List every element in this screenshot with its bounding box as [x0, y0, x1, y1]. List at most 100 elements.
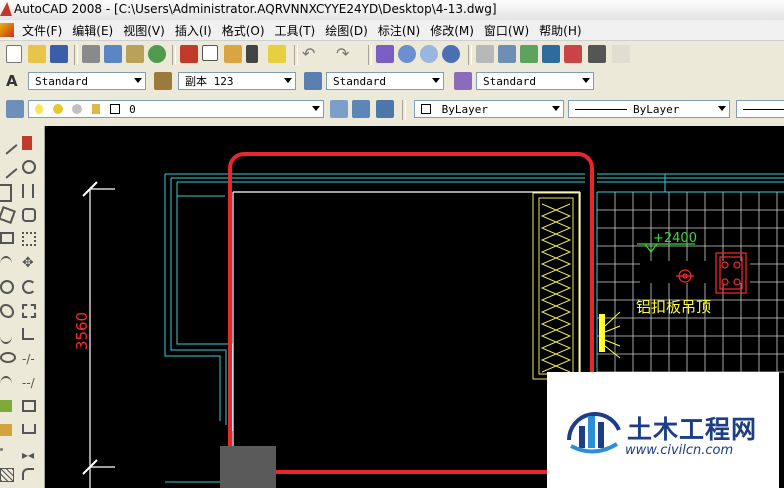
revision-cloud-icon[interactable] — [0, 304, 14, 318]
chevron-down-icon[interactable] — [432, 78, 440, 83]
move-icon[interactable]: ✥ — [22, 256, 36, 270]
menu-dimension[interactable]: 标注(N) — [378, 22, 420, 39]
plot-icon[interactable] — [82, 45, 100, 63]
insert-block-icon[interactable] — [0, 400, 12, 412]
chevron-down-icon[interactable] — [312, 106, 320, 111]
layer-previous-icon[interactable] — [352, 100, 370, 118]
fillet-icon[interactable] — [22, 468, 34, 480]
multileader-style-icon[interactable] — [454, 72, 472, 90]
paste-icon[interactable] — [224, 45, 242, 63]
tool-palettes-icon[interactable] — [520, 45, 538, 63]
join-icon[interactable] — [22, 424, 36, 434]
linetype-value: ByLayer — [633, 103, 680, 116]
autocad-app-icon[interactable] — [0, 2, 12, 16]
polyline-icon[interactable] — [0, 184, 12, 202]
copy-object-icon[interactable] — [22, 160, 36, 174]
scale-icon[interactable] — [22, 304, 36, 318]
document-menu-icon[interactable] — [0, 23, 14, 37]
chevron-down-icon[interactable] — [134, 78, 142, 83]
stretch-icon[interactable] — [22, 328, 34, 340]
point-icon[interactable] — [0, 448, 3, 451]
rectangle-icon[interactable] — [0, 232, 14, 244]
layer-properties-icon[interactable] — [6, 100, 24, 118]
save-icon[interactable] — [50, 45, 68, 63]
chevron-down-icon[interactable] — [718, 106, 726, 111]
multileader-style-select[interactable]: Standard — [476, 72, 594, 90]
menu-tools[interactable]: 工具(T) — [275, 22, 316, 39]
array-icon[interactable] — [22, 232, 36, 246]
elevation-text[interactable]: +2400 — [653, 231, 697, 246]
wall-fill — [220, 446, 276, 488]
dim-style-select[interactable]: 副本 123 — [178, 72, 296, 90]
cut-icon[interactable] — [180, 45, 198, 63]
menu-file[interactable]: 文件(F) — [22, 22, 62, 39]
ceiling-note[interactable]: 铝扣板吊顶 — [636, 298, 711, 316]
make-object-layer-current-icon[interactable] — [330, 100, 348, 118]
lineweight-select[interactable] — [736, 100, 784, 118]
undo-icon[interactable]: ↶ — [302, 45, 320, 63]
highlight-box — [228, 152, 594, 474]
ellipse-arc-icon[interactable] — [0, 376, 12, 392]
offset-icon[interactable] — [22, 208, 36, 222]
make-block-icon[interactable] — [0, 424, 12, 436]
spline-icon[interactable] — [0, 328, 12, 344]
open-file-icon[interactable] — [28, 45, 46, 63]
menu-draw[interactable]: 绘图(D) — [325, 22, 368, 39]
pan-icon[interactable] — [376, 45, 394, 63]
dimension-text[interactable]: 3560 — [73, 312, 91, 350]
construction-line-icon[interactable] — [0, 157, 18, 179]
zoom-window-icon[interactable] — [420, 45, 438, 63]
trim-icon[interactable]: -/- — [22, 352, 36, 366]
ellipse-icon[interactable] — [0, 352, 16, 363]
menu-insert[interactable]: 插入(I) — [175, 22, 212, 39]
zoom-previous-icon[interactable] — [442, 45, 460, 63]
rotate-icon[interactable] — [22, 280, 36, 294]
hatch-icon[interactable] — [0, 468, 14, 482]
chevron-down-icon[interactable] — [284, 78, 292, 83]
plot-preview-icon[interactable] — [104, 45, 122, 63]
zoom-realtime-icon[interactable] — [398, 45, 416, 63]
menu-format[interactable]: 格式(O) — [222, 22, 265, 39]
dim-style-icon[interactable] — [154, 72, 172, 90]
styles-toolbar: A Standard 副本 123 Standard Standard — [0, 68, 784, 97]
copy-icon[interactable] — [202, 45, 218, 61]
text-style-select[interactable]: Standard — [28, 72, 146, 90]
sheet-set-icon[interactable] — [542, 45, 560, 63]
text-style-icon[interactable]: A — [6, 72, 24, 90]
3d-dwf-icon[interactable] — [148, 45, 166, 63]
new-file-icon[interactable] — [6, 45, 22, 63]
erase-icon[interactable] — [22, 136, 32, 150]
calculator-icon[interactable] — [588, 45, 606, 63]
publish-icon[interactable] — [126, 45, 144, 63]
menu-help[interactable]: 帮助(H) — [539, 22, 581, 39]
circle-icon[interactable] — [0, 280, 14, 294]
layer-select[interactable]: 0 — [28, 100, 324, 118]
sun-icon — [52, 104, 63, 114]
table-style-icon[interactable] — [304, 72, 322, 90]
mirror-icon[interactable] — [22, 184, 34, 198]
arc-icon[interactable] — [0, 256, 12, 272]
block-editor-icon[interactable] — [268, 45, 286, 63]
line-icon[interactable] — [0, 133, 18, 155]
design-center-icon[interactable] — [498, 45, 516, 63]
menu-window[interactable]: 窗口(W) — [484, 22, 529, 39]
help-icon[interactable] — [612, 45, 630, 63]
markup-icon[interactable] — [564, 45, 582, 63]
properties-icon[interactable] — [476, 45, 494, 63]
chevron-down-icon[interactable] — [582, 78, 590, 83]
break-icon[interactable] — [22, 400, 36, 412]
match-properties-icon[interactable] — [246, 45, 258, 63]
toolbar-separator — [402, 100, 406, 120]
menu-view[interactable]: 视图(V) — [123, 22, 165, 39]
extend-icon[interactable]: --/ — [22, 376, 36, 390]
redo-icon[interactable]: ↷ — [336, 45, 354, 63]
chevron-down-icon[interactable] — [552, 106, 560, 111]
layer-states-icon[interactable] — [376, 100, 394, 118]
polygon-icon[interactable] — [0, 206, 16, 224]
menu-edit[interactable]: 编辑(E) — [72, 22, 113, 39]
menu-modify[interactable]: 修改(M) — [430, 22, 474, 39]
linetype-select[interactable]: ByLayer — [568, 100, 730, 118]
chamfer-icon[interactable]: ▸◂ — [22, 448, 36, 462]
color-select[interactable]: ByLayer — [414, 100, 564, 118]
table-style-select[interactable]: Standard — [326, 72, 444, 90]
